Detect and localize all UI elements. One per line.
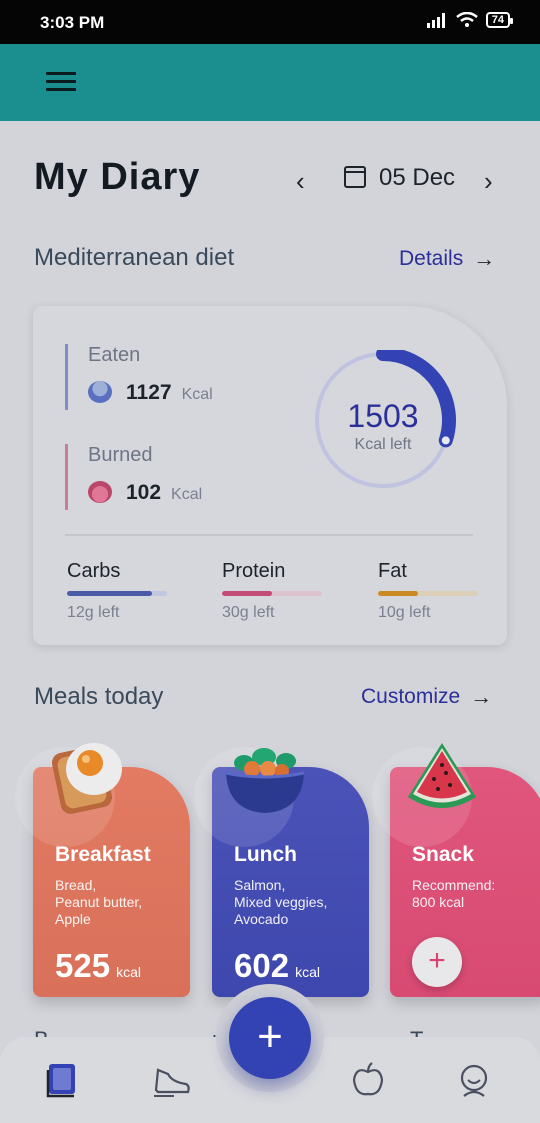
eaten-label: Eaten — [88, 344, 141, 366]
meal-name: Lunch — [234, 843, 297, 866]
macro-left: 12g left — [67, 604, 120, 621]
eaten-stat: Eaten 1127 Kcal — [65, 344, 213, 410]
current-date[interactable]: 05 Dec — [379, 164, 455, 192]
arrow-right-icon: → — [470, 684, 493, 709]
macro-left: 10g left — [378, 604, 431, 621]
macro-bar — [378, 591, 478, 596]
customize-link[interactable]: Customize → — [361, 684, 492, 710]
chevron-left-icon[interactable]: ‹ — [296, 166, 305, 197]
meal-kcal-unit: kcal — [116, 964, 141, 980]
macro-carbs: Carbs 12g left — [67, 560, 167, 622]
macro-bar — [67, 591, 167, 596]
eaten-unit: Kcal — [181, 386, 213, 403]
details-link[interactable]: Details → — [399, 246, 495, 272]
meal-name: Snack — [412, 843, 474, 866]
macro-bar-fill — [222, 591, 272, 596]
macro-name: Protein — [222, 560, 286, 582]
chevron-right-icon[interactable]: › — [484, 166, 493, 197]
burned-label: Burned — [88, 444, 153, 466]
shoe-icon[interactable] — [152, 1060, 192, 1100]
macro-fat: Fat 10g left — [378, 560, 478, 622]
kcal-left-value: 1503 — [347, 398, 419, 434]
meal-desc: Salmon, Mixed veggies, Avocado — [234, 877, 328, 927]
menu-icon[interactable] — [46, 72, 76, 94]
calorie-summary-card: Eaten 1127 Kcal Burned 102 Kcal 1503 Kca… — [33, 306, 507, 645]
macro-left: 30g left — [222, 604, 275, 621]
customize-label: Customize — [361, 685, 461, 708]
meal-kcal: 602 kcal — [234, 947, 320, 985]
diet-section-title: Mediterranean diet — [34, 244, 235, 271]
meal-desc: Bread, Peanut butter, Apple — [55, 877, 143, 927]
arrow-right-icon: → — [473, 246, 496, 271]
status-time: 3:03 PM — [40, 13, 105, 32]
apple-icon[interactable] — [348, 1060, 388, 1100]
card-divider — [65, 534, 473, 536]
salad-bowl-icon — [225, 748, 305, 813]
profile-icon[interactable] — [454, 1060, 494, 1100]
macro-protein: Protein 30g left — [222, 560, 322, 622]
kcal-left-label: Kcal left — [354, 436, 412, 453]
meals-section-title: Meals today — [34, 683, 164, 710]
wifi-icon — [455, 12, 478, 27]
macro-name: Fat — [378, 560, 407, 582]
calendar-icon[interactable] — [344, 166, 366, 188]
meal-kcal: 525 kcal — [55, 947, 141, 985]
meals-list: Breakfast Bread, Peanut butter, Apple 52… — [0, 735, 540, 1005]
add-snack-button[interactable]: + — [412, 937, 462, 987]
add-fab-button[interactable]: + — [229, 997, 311, 1079]
burned-stat: Burned 102 Kcal — [65, 444, 202, 510]
signal-icon — [426, 13, 445, 28]
meal-kcal-value: 602 — [234, 947, 290, 984]
details-label: Details — [399, 247, 464, 270]
macro-bar-fill — [378, 591, 418, 596]
book-icon[interactable] — [44, 1060, 84, 1100]
burned-unit: Kcal — [171, 486, 203, 503]
eaten-value: 1127 — [126, 381, 172, 404]
bowl-icon — [88, 381, 112, 403]
macro-bar-fill — [67, 591, 152, 596]
fried-egg-toast-icon — [51, 743, 122, 814]
page-title: My Diary — [34, 156, 201, 198]
meal-name: Breakfast — [55, 843, 151, 866]
status-icons: 74 — [426, 12, 514, 28]
meal-desc: Recommend: 800 kcal — [412, 877, 496, 910]
burned-value: 102 — [126, 481, 162, 504]
macro-name: Carbs — [67, 560, 121, 582]
watermelon-icon — [408, 743, 476, 808]
app-bar — [0, 44, 540, 121]
flame-icon — [88, 481, 112, 503]
status-bar: 3:03 PM 74 — [0, 0, 540, 44]
meal-kcal-value: 525 — [55, 947, 111, 984]
macro-bar — [222, 591, 322, 596]
meal-kcal-unit: kcal — [295, 964, 320, 980]
battery-icon: 74 — [485, 12, 514, 28]
